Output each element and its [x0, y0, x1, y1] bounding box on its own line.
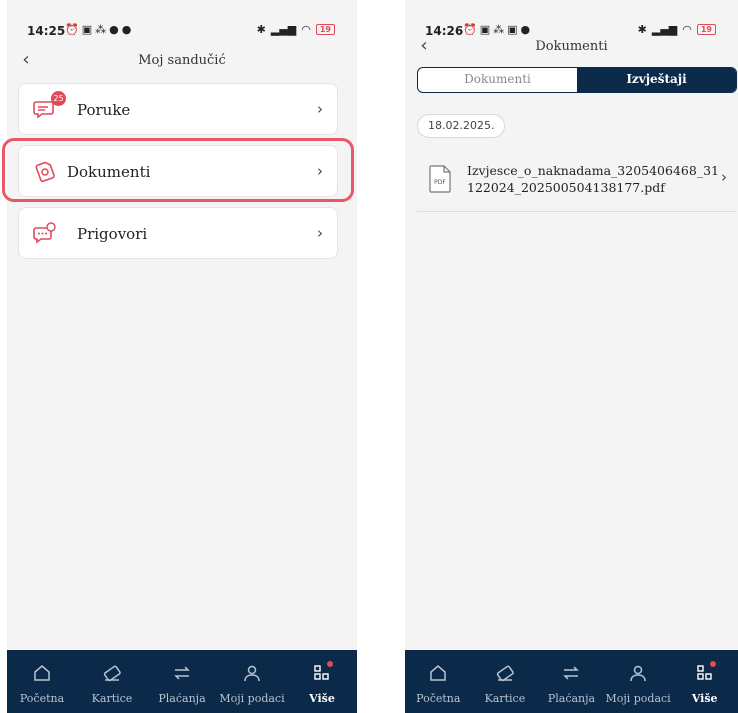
user-icon [630, 665, 646, 682]
user-icon [244, 665, 260, 682]
nav-label: Više [309, 692, 335, 705]
nav-placanja[interactable]: Plaćanja [147, 650, 217, 713]
bottom-nav: Početna Kartice Plaćanja Moji podaci Viš… [405, 650, 738, 713]
bottom-nav: Početna Kartice Plaćanja Moji podaci Viš… [7, 650, 357, 713]
nav-label: Početna [19, 692, 65, 705]
card-icon [496, 665, 514, 682]
nav-moji-podaci[interactable]: Moji podaci [605, 650, 672, 713]
nav-placanja[interactable]: Plaćanja [538, 650, 605, 713]
nav-vise[interactable]: Više [671, 650, 738, 713]
status-bar: 14:25 ⏰▣⁂●● ✱ ▂▄▆ ◠ 19 [7, 20, 357, 38]
page-header: ‹ Moj sandučić [7, 48, 357, 74]
nav-pocetna[interactable]: Početna [7, 650, 77, 713]
date-chip: 18.02.2025. [417, 114, 506, 138]
complaints-icon [33, 222, 56, 244]
left-screen: 14:25 ⏰▣⁂●● ✱ ▂▄▆ ◠ 19 ‹ Moj sandučić 25… [7, 0, 357, 713]
menu-item-poruke[interactable]: 25 Poruke › [18, 83, 338, 135]
nav-kartice[interactable]: Kartice [77, 650, 147, 713]
nav-label: Moji podaci [605, 692, 671, 705]
signal-icon: ▂▄▆ [270, 23, 297, 36]
pdf-icon: PDF [429, 165, 451, 193]
chevron-right-icon: › [721, 168, 727, 186]
nav-label: Početna [416, 692, 461, 705]
nav-label: Moji podaci [219, 692, 285, 705]
menu-item-label: Poruke [77, 101, 131, 119]
tab-izvjestaji[interactable]: Izvještaji [577, 68, 736, 92]
status-time: 14:25 [27, 24, 66, 38]
notification-dot [709, 661, 716, 667]
transfer-icon [563, 666, 580, 680]
selection-highlight [2, 138, 354, 202]
transfer-icon [174, 666, 190, 680]
nav-kartice[interactable]: Kartice [472, 650, 539, 713]
pdf-icon-text: PDF [434, 179, 446, 186]
segmented-tabs: Dokumenti Izvještaji [417, 67, 737, 93]
nav-label: Više [691, 692, 718, 705]
home-icon [34, 665, 50, 681]
notification-dot [327, 661, 333, 667]
wifi-icon: ◠ [301, 23, 311, 36]
nav-vise[interactable]: Više [287, 650, 357, 713]
home-icon [430, 665, 447, 681]
page-header: ‹ Dokumenti [405, 34, 738, 60]
nav-label: Plaćanja [158, 692, 206, 705]
document-row[interactable]: PDF Izvjesce_o_naknadama_3205406468_3112… [417, 150, 737, 212]
nav-moji-podaci[interactable]: Moji podaci [217, 650, 287, 713]
tab-dokumenti[interactable]: Dokumenti [418, 68, 577, 92]
menu-item-prigovori[interactable]: Prigovori › [18, 207, 338, 259]
document-name: Izvjesce_o_naknadama_3205406468_31122024… [467, 163, 719, 195]
nav-label: Plaćanja [547, 692, 596, 705]
notification-icons: ⏰▣⁂●● [65, 23, 135, 36]
system-icons: ✱ ▂▄▆ ◠ 19 [257, 23, 335, 36]
chevron-right-icon: › [317, 224, 323, 242]
nav-label: Kartice [91, 692, 133, 705]
card-icon [103, 665, 121, 682]
battery-icon: 19 [315, 24, 335, 35]
page-title: Dokumenti [535, 39, 608, 54]
nav-pocetna[interactable]: Početna [405, 650, 472, 713]
menu-item-label: Prigovori [77, 225, 148, 243]
back-button[interactable]: ‹ [13, 48, 39, 74]
right-screen: 14:26 ⏰▣⁂▣● ✱ ▂▄▆ ◠ 19 ‹ Dokumenti Dokum… [405, 0, 738, 713]
page-title: Moj sandučić [138, 53, 226, 68]
back-button[interactable]: ‹ [411, 34, 437, 60]
chevron-right-icon: › [317, 100, 323, 118]
bluetooth-icon: ✱ [256, 23, 266, 36]
unread-badge: 25 [51, 91, 66, 106]
nav-label: Kartice [484, 692, 526, 705]
